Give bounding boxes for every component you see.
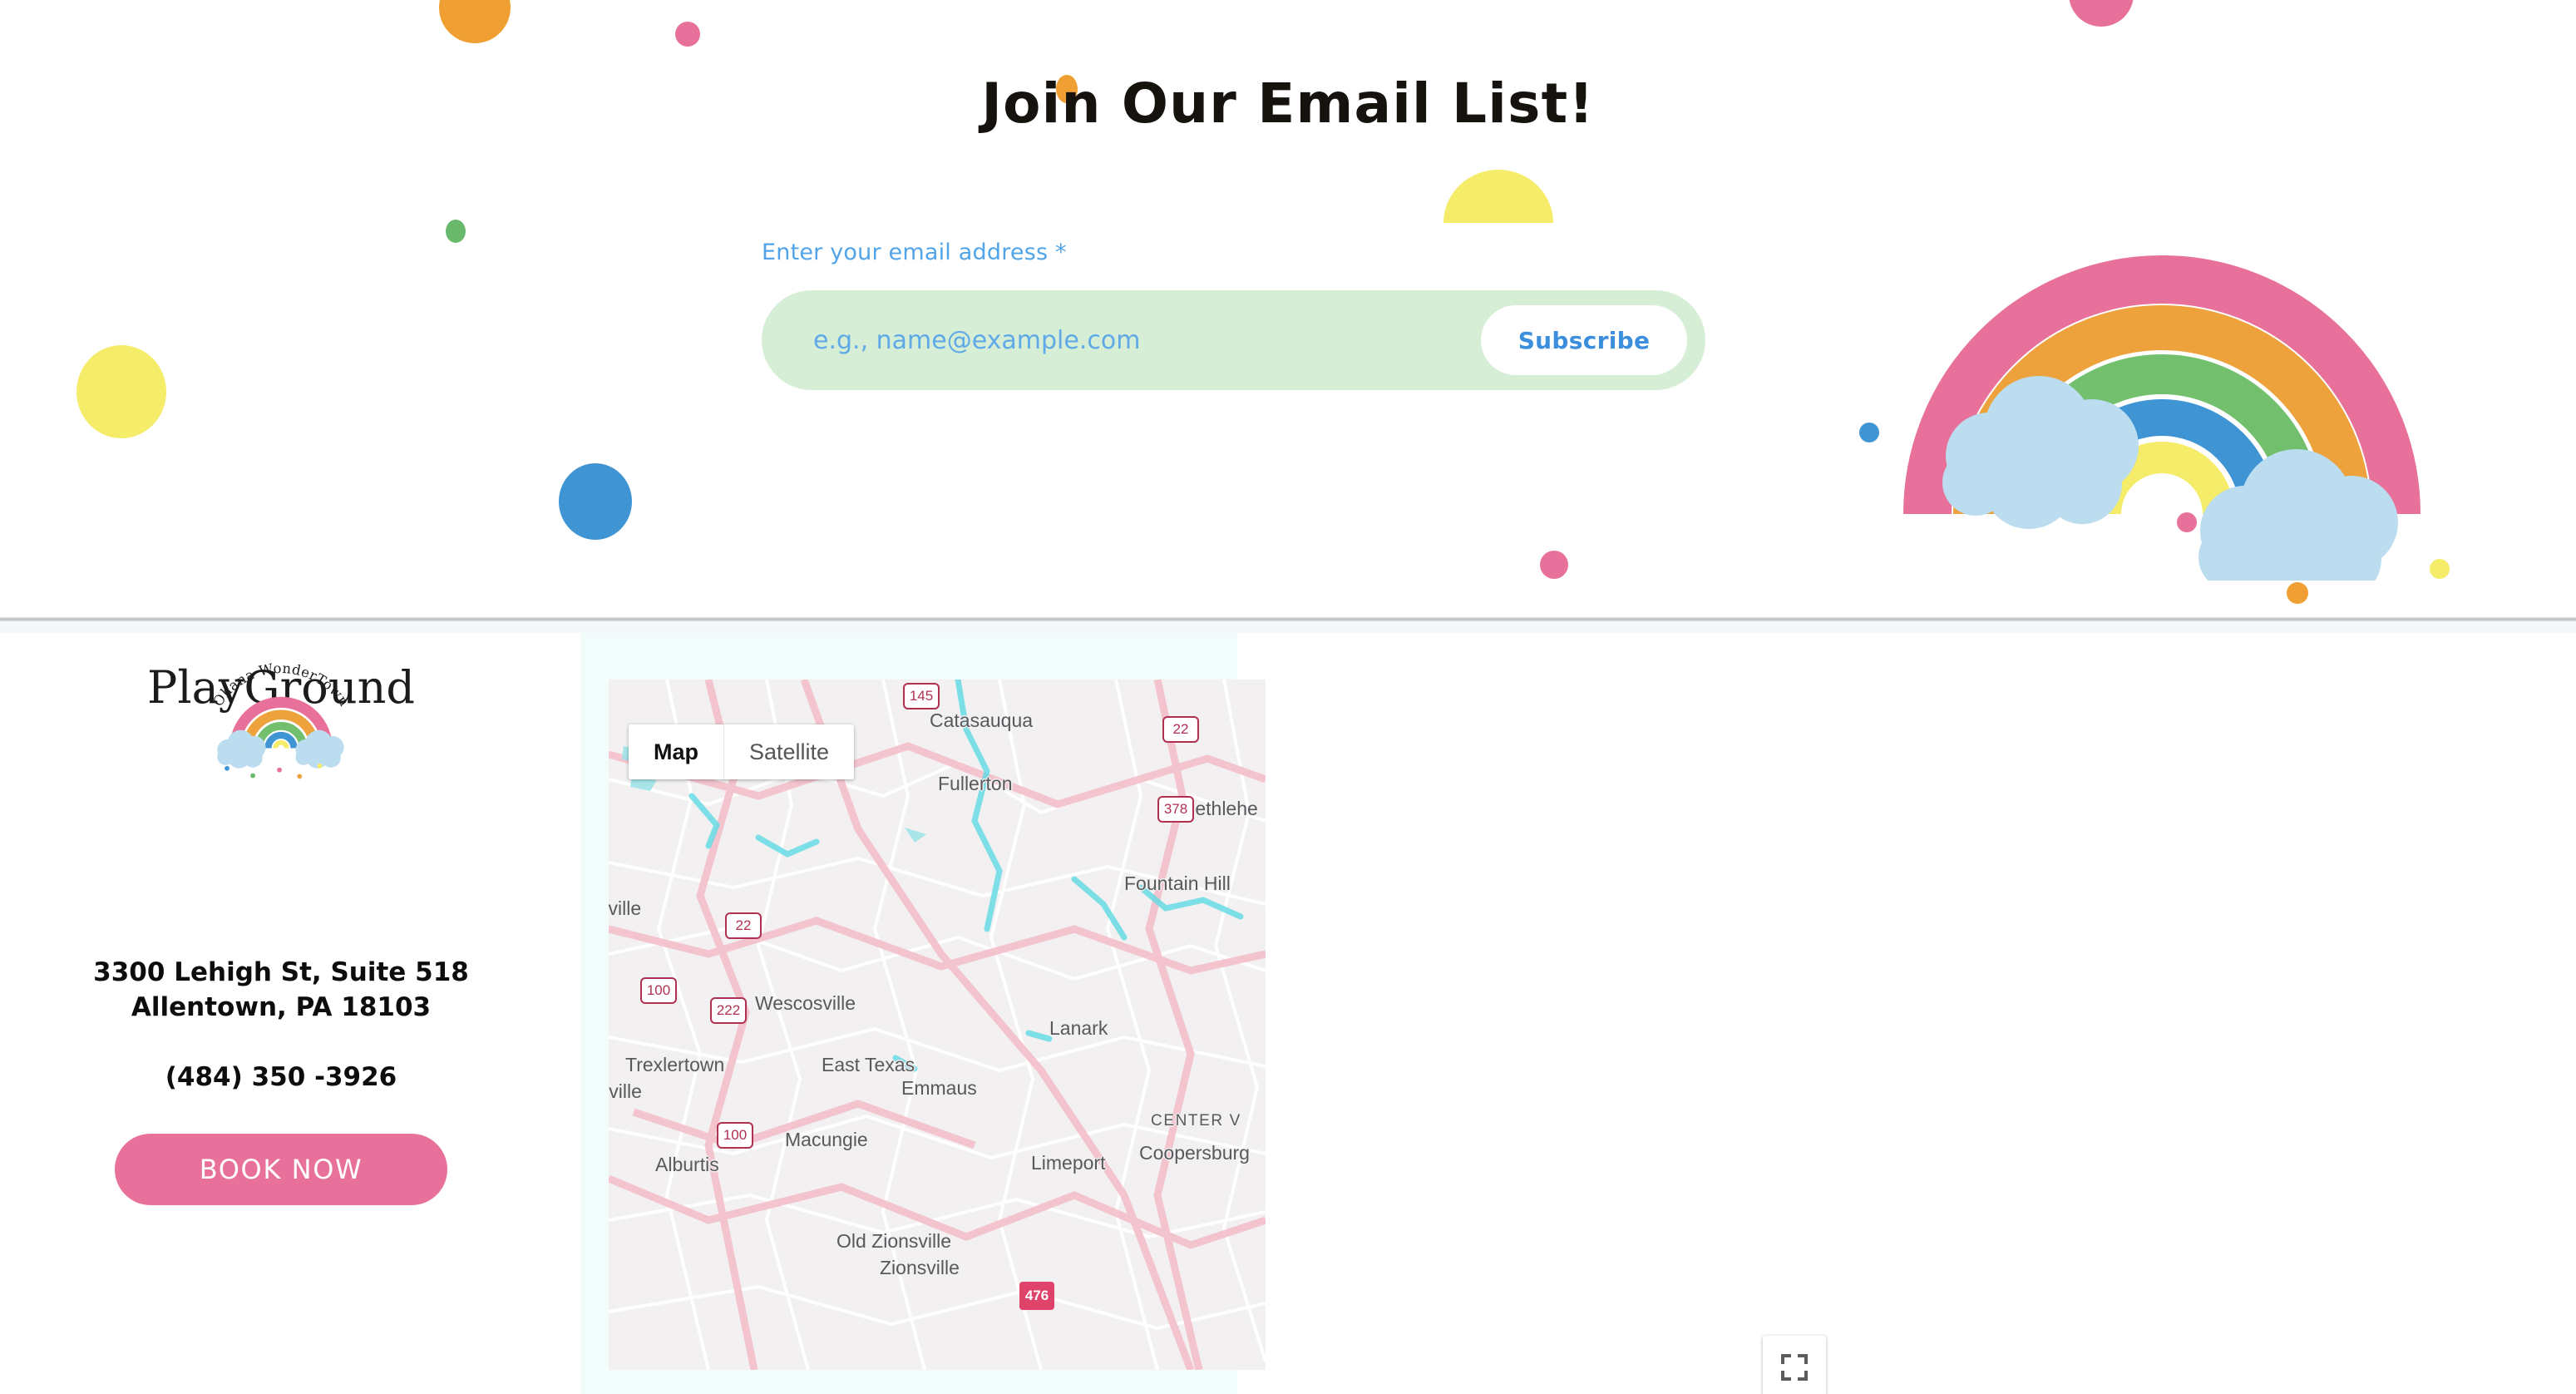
map-label: Zionsville [880, 1257, 960, 1278]
pink-dot [675, 22, 700, 47]
map-type-satellite-button[interactable]: Satellite [724, 724, 855, 779]
route-shield: 222 [710, 997, 747, 1024]
yellow-dot [76, 345, 166, 438]
map-type-map-button[interactable]: Map [629, 724, 723, 779]
map-label: Emmaus [901, 1077, 977, 1099]
logo[interactable]: Ohana WonderTown PlayGround [115, 660, 447, 936]
orange-dot [439, 0, 511, 43]
page-title: Join Our Email List! [981, 72, 1595, 136]
address-line-2: Allentown, PA 18103 [131, 991, 432, 1022]
map-label: Coopersburg [1139, 1142, 1250, 1164]
route-shield: 100 [717, 1122, 753, 1149]
rainbow-illustration [1903, 255, 2421, 581]
address-block: 3300 Lehigh St, Suite 518 Allentown, PA … [48, 956, 514, 1026]
pink-dot-top-right [2069, 0, 2134, 27]
fullscreen-icon [1781, 1354, 1808, 1381]
map-label: Catasauqua [930, 709, 1034, 731]
orange-small-dot-2 [2287, 582, 2308, 604]
map-label: Alburtis [655, 1154, 719, 1175]
yellow-small-dot [2430, 559, 2450, 579]
subscribe-button[interactable]: Subscribe [1481, 305, 1687, 375]
map-label: Macungie [785, 1129, 868, 1150]
map-label: Trexlertown [625, 1054, 725, 1075]
address-line-1: 3300 Lehigh St, Suite 518 [93, 957, 469, 987]
map-label: sville [609, 897, 642, 919]
email-signup-section: Join Our Email List! Enter your email ad… [0, 0, 2576, 620]
email-signup-form: Enter your email address * Subscribe [762, 240, 1705, 390]
blue-small-dot [1859, 423, 1879, 442]
map-label: CENTER V [1151, 1112, 1241, 1130]
map-label: Limeport [1031, 1152, 1106, 1174]
page-root: Join Our Email List! Enter your email ad… [0, 0, 2576, 1394]
map-label: Fountain Hill [1124, 872, 1231, 894]
email-input-row: Subscribe [762, 290, 1705, 390]
map-type-control: Map Satellite [629, 724, 855, 779]
google-map[interactable]: Catasauqua Fullerton Bethlehe Fountain Hill… [609, 680, 1266, 1370]
route-shield: 378 [1157, 796, 1194, 823]
logo-artwork: Ohana WonderTown [210, 660, 352, 779]
route-shield: 476 [1019, 1282, 1054, 1310]
green-dot [446, 220, 466, 243]
route-shield: 145 [903, 683, 940, 709]
phone-number[interactable]: (484) 350 -3926 [48, 1062, 514, 1092]
pink-dot-2 [1540, 551, 1568, 579]
map-container: Catasauqua Fullerton Bethlehe Fountain Hill… [580, 633, 1826, 1394]
map-label: East Texas [822, 1054, 915, 1075]
map-label: gsville [609, 1080, 642, 1102]
route-shield: 22 [1162, 716, 1199, 743]
route-shield: 22 [725, 912, 762, 939]
book-now-button[interactable]: BOOK NOW [115, 1133, 447, 1205]
footer-brand-column: Ohana WonderTown PlayGround 3300 Lehigh … [48, 660, 514, 1205]
map-label: Old Zionsville [836, 1230, 952, 1252]
yellow-half-circle-decoration [1443, 170, 1553, 223]
blue-dot [559, 463, 632, 540]
map-label: Lanark [1049, 1017, 1108, 1039]
map-fullscreen-button[interactable] [1763, 1336, 1826, 1394]
map-label: Fullerton [938, 773, 1013, 794]
email-field-label: Enter your email address * [762, 240, 1067, 265]
route-shield: 100 [640, 977, 677, 1004]
section-divider [0, 617, 2576, 621]
site-footer: Ohana WonderTown PlayGround 3300 Lehigh … [0, 633, 2576, 1394]
section-divider-shadow [0, 621, 2576, 633]
map-label: Wescosville [755, 992, 856, 1014]
